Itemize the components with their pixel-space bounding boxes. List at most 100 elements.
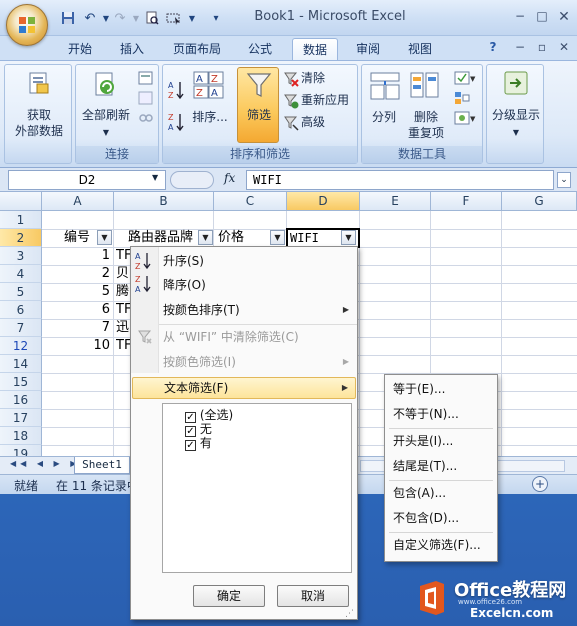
office-button[interactable] (6, 4, 48, 46)
redo-icon[interactable]: ↷ (112, 10, 128, 26)
row-header[interactable]: 14 (0, 355, 42, 373)
sort-button[interactable]: 排序... (187, 109, 233, 125)
ok-button[interactable]: 确定 (193, 585, 265, 607)
filter-dropdown-d[interactable]: ▼ (341, 230, 356, 245)
outline-button[interactable]: 分级显示 (487, 107, 545, 123)
header-cell-d[interactable]: WIFI (290, 229, 319, 247)
refresh-all-button[interactable]: 全部刷新 (76, 107, 136, 123)
row-header[interactable]: 15 (0, 373, 42, 391)
cell-a7[interactable]: 7 (42, 319, 110, 337)
redo-dropdown-icon[interactable]: ▼ (128, 10, 144, 26)
col-header-b[interactable]: B (114, 192, 214, 211)
cell-a12[interactable]: 10 (42, 337, 110, 355)
reapply-button[interactable]: 重新应用 (301, 91, 349, 109)
row-header[interactable]: 12 (0, 337, 42, 355)
tab-data[interactable]: 数据 (292, 38, 338, 60)
filter-dropdown-c[interactable]: ▼ (270, 230, 285, 245)
cell-b4[interactable]: 贝 (116, 265, 129, 283)
doc-restore-icon[interactable]: ▫ (534, 40, 550, 54)
submenu-custom-filter[interactable]: 自定义筛选(F)... (393, 534, 481, 556)
col-header-f[interactable]: F (431, 192, 502, 211)
menu-clear-filter[interactable]: 从 “WIFI” 中清除筛选(C) (163, 326, 299, 348)
doc-minimize-icon[interactable]: − (512, 40, 528, 54)
tab-view[interactable]: 视图 (400, 38, 440, 60)
filter-button[interactable]: 筛选 (237, 67, 279, 143)
print-preview-icon[interactable] (144, 10, 160, 26)
data-validation-icon[interactable]: ▼ (454, 71, 476, 88)
doc-close-icon[interactable]: ✕ (556, 40, 572, 54)
submenu-not-equals[interactable]: 不等于(N)... (393, 403, 459, 425)
filter-value-list[interactable]: ✓ (全选) ✓ 无 ✓ 有 (162, 403, 352, 573)
tab-insert[interactable]: 插入 (112, 38, 152, 60)
header-cell-b[interactable]: 路由器品牌 (128, 229, 193, 247)
row-header[interactable]: 5 (0, 283, 42, 301)
tab-home[interactable]: 开始 (58, 38, 102, 60)
text-to-columns-button[interactable]: 分列 (364, 109, 404, 125)
header-cell-a[interactable]: 编号 (64, 229, 90, 247)
maximize-icon[interactable]: □ (534, 9, 550, 23)
tab-formulas[interactable]: 公式 (240, 38, 280, 60)
filter-dropdown-b[interactable]: ▼ (198, 230, 213, 245)
cell-b5[interactable]: 腾 (116, 283, 129, 301)
formula-input[interactable]: WIFI (246, 170, 554, 190)
undo-icon[interactable]: ↶ (82, 10, 98, 26)
tab-page-layout[interactable]: 页面布局 (164, 38, 230, 60)
get-external-button[interactable]: 获取 外部数据 (5, 107, 73, 139)
col-header-g[interactable]: G (502, 192, 577, 211)
menu-text-filters[interactable]: 文本筛选(F) ▶ (132, 377, 356, 399)
row-header[interactable]: 6 (0, 301, 42, 319)
sheet-tab-sheet1[interactable]: Sheet1 (74, 457, 130, 474)
sort-az-icon[interactable]: AZ (167, 79, 185, 104)
header-cell-c[interactable]: 价格 (218, 229, 244, 247)
save-icon[interactable] (60, 10, 76, 26)
selection-icon[interactable] (166, 10, 182, 26)
insert-function-button[interactable]: fx (224, 171, 235, 185)
advanced-button[interactable]: 高级 (301, 113, 325, 131)
row-header[interactable]: 7 (0, 319, 42, 337)
select-all-corner[interactable] (0, 192, 42, 211)
tab-review[interactable]: 审阅 (348, 38, 388, 60)
cell-a3[interactable]: 1 (42, 247, 110, 265)
name-box[interactable]: D2 (8, 170, 166, 190)
what-if-icon[interactable]: ▼ (454, 111, 476, 128)
menu-filter-by-color[interactable]: 按颜色筛选(I) (163, 351, 236, 373)
submenu-equals[interactable]: 等于(E)... (393, 378, 445, 400)
row-header[interactable]: 17 (0, 409, 42, 427)
consolidate-icon[interactable] (454, 91, 470, 108)
col-header-d[interactable]: D (287, 192, 360, 211)
refresh-dropdown-icon[interactable]: ▼ (98, 125, 114, 141)
cell-b7[interactable]: 迅 (116, 319, 129, 337)
minimize-icon[interactable]: − (512, 9, 528, 23)
outline-dropdown-icon[interactable]: ▼ (508, 125, 524, 141)
sort-za-icon[interactable]: ZA (167, 111, 185, 136)
checkbox-checked-icon[interactable]: ✓ (185, 440, 196, 451)
customize-qat-icon[interactable]: ▾ (208, 10, 224, 26)
submenu-contains[interactable]: 包含(A)... (393, 482, 446, 504)
expand-formula-bar-icon[interactable]: ⌄ (557, 172, 571, 188)
row-header[interactable]: 1 (0, 211, 42, 229)
row-header[interactable]: 19 (0, 445, 42, 456)
filter-value-item[interactable]: ✓ 无 (185, 422, 212, 437)
submenu-not-contains[interactable]: 不包含(D)... (393, 507, 459, 529)
row-header[interactable]: 18 (0, 427, 42, 445)
menu-sort-ascending[interactable]: 升序(S) (163, 250, 204, 272)
resize-grip-icon[interactable]: ⋰ (345, 609, 354, 619)
menu-sort-descending[interactable]: 降序(O) (163, 274, 206, 296)
name-box-dropdown-icon[interactable]: ▼ (152, 173, 158, 182)
col-header-e[interactable]: E (360, 192, 431, 211)
col-header-a[interactable]: A (42, 192, 114, 211)
help-icon[interactable]: ? (485, 40, 501, 54)
menu-sort-by-color[interactable]: 按颜色排序(T) (163, 299, 240, 321)
properties-icon[interactable] (138, 91, 154, 108)
row-header[interactable]: 16 (0, 391, 42, 409)
row-header[interactable]: 4 (0, 265, 42, 283)
remove-duplicates-button[interactable]: 删除 重复项 (404, 109, 448, 141)
submenu-ends-with[interactable]: 结尾是(T)... (393, 455, 457, 477)
filter-value-select-all[interactable]: ✓ (全选) (185, 408, 233, 423)
col-header-c[interactable]: C (214, 192, 287, 211)
zoom-in-icon[interactable]: + (532, 476, 548, 492)
row-header[interactable]: 3 (0, 247, 42, 265)
cell-a4[interactable]: 2 (42, 265, 110, 283)
cell-a5[interactable]: 5 (42, 283, 110, 301)
filter-value-item[interactable]: ✓ 有 (185, 436, 212, 451)
